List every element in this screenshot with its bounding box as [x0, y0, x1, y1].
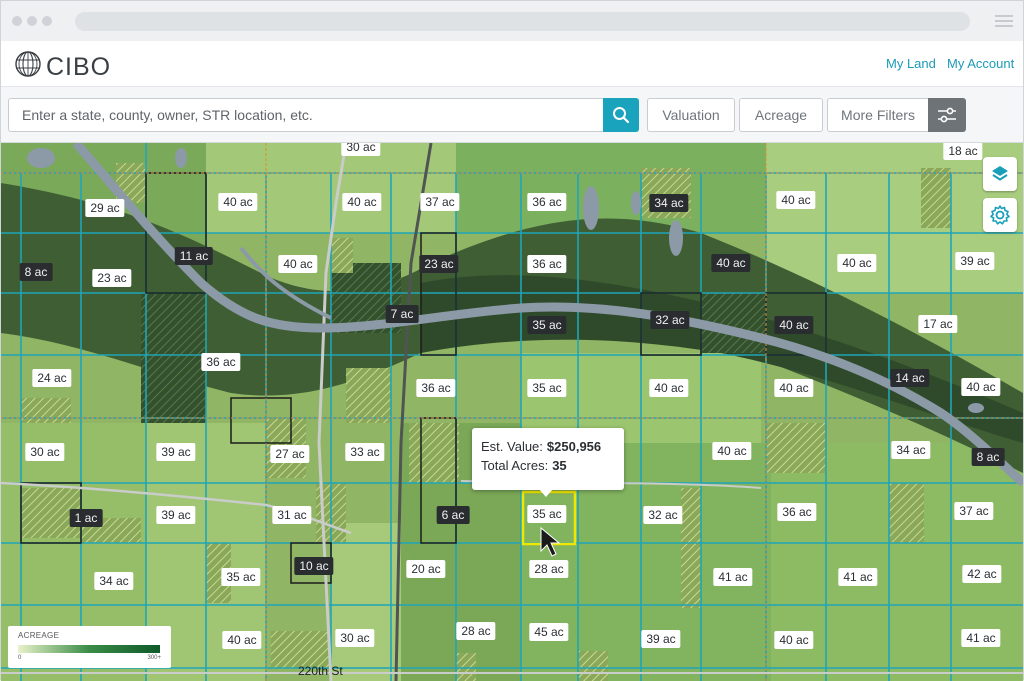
parcel-acreage-label[interactable]: 41 ac [961, 629, 1001, 647]
parcel-acreage-label[interactable]: 40 ac [218, 193, 258, 211]
parcel-acreage-label[interactable]: 27 ac [270, 445, 310, 463]
nav-my-account-link[interactable]: My Account [947, 56, 1014, 71]
parcel-acreage-label[interactable]: 36 ac [201, 353, 241, 371]
gear-icon [990, 205, 1010, 225]
parcel-acreage-label[interactable]: 28 ac [456, 622, 496, 640]
parcel-acreage-label[interactable]: 28 ac [529, 560, 569, 578]
parcel-acreage-label[interactable]: 7 ac [385, 305, 419, 323]
parcel-map[interactable]: 30 ac 18 ac 29 ac 40 ac 40 ac 37 ac 36 ac 34 ac… [1, 143, 1023, 681]
window-dot [12, 16, 22, 26]
parcel-acreage-label[interactable]: 40 ac [278, 255, 318, 273]
parcel-acreage-label[interactable]: 11 ac [174, 247, 214, 265]
parcel-acreage-label[interactable]: 36 ac [777, 503, 817, 521]
parcel-acreage-label[interactable]: 40 ac [342, 193, 382, 211]
parcel-acreage-label[interactable]: 20 ac [406, 560, 446, 578]
parcel-acreage-label[interactable]: 32 ac [643, 506, 683, 524]
acreage-legend: ACREAGE 0 300+ [8, 626, 171, 668]
parcel-acreage-label[interactable]: 41 ac [713, 568, 753, 586]
parcel-acreage-label[interactable]: 33 ac [345, 443, 385, 461]
parcel-acreage-label[interactable]: 37 ac [954, 502, 994, 520]
parcel-acreage-label[interactable]: 36 ac [527, 193, 567, 211]
parcel-acreage-label[interactable]: 23 ac [92, 269, 132, 287]
search-icon [613, 107, 630, 124]
parcel-acreage-label[interactable]: 18 ac [943, 143, 983, 160]
parcel-acreage-label[interactable]: 40 ac [776, 191, 816, 209]
parcel-acreage-label[interactable]: 39 ac [156, 506, 196, 524]
parcel-acreage-label[interactable]: 39 ac [955, 252, 995, 270]
parcel-acreage-label[interactable]: 35 ac [221, 568, 261, 586]
browser-chrome [1, 1, 1023, 41]
parcel-acreage-label[interactable]: 40 ac [961, 378, 1001, 396]
parcel-acreage-label[interactable]: 37 ac [420, 193, 460, 211]
parcel-acreage-label[interactable]: 41 ac [838, 568, 878, 586]
total-acres-label: Total Acres: [481, 458, 549, 473]
parcel-acreage-label[interactable]: 34 ac [94, 572, 134, 590]
parcel-acreage-label[interactable]: 31 ac [272, 506, 312, 524]
parcel-acreage-label[interactable]: 35 ac [527, 505, 567, 523]
parcel-acreage-label[interactable]: 35 ac [527, 379, 567, 397]
parcel-acreage-label[interactable]: 39 ac [641, 630, 681, 648]
parcel-acreage-label[interactable]: 36 ac [527, 255, 567, 273]
more-filters-button[interactable]: More Filters [827, 98, 929, 132]
legend-max: 300+ [147, 655, 161, 661]
parcel-acreage-label[interactable]: 23 ac [419, 255, 459, 273]
parcel-acreage-label[interactable]: 10 ac [294, 557, 334, 575]
parcel-tooltip: Est. Value: $250,956 Total Acres: 35 [472, 428, 624, 490]
parcel-acreage-label[interactable]: 30 ac [335, 629, 375, 647]
parcel-acreage-label[interactable]: 40 ac [774, 316, 814, 334]
legend-min: 0 [18, 655, 22, 661]
parcel-acreage-label[interactable]: 30 ac [341, 143, 381, 156]
search-input[interactable] [8, 98, 604, 132]
parcel-acreage-label[interactable]: 40 ac [712, 442, 752, 460]
parcel-acreage-label[interactable]: 29 ac [85, 199, 125, 217]
parcel-acreage-label[interactable]: 14 ac [890, 369, 930, 387]
parcel-acreage-label[interactable]: 32 ac [650, 311, 690, 329]
layers-icon [992, 166, 1008, 181]
parcel-acreage-label[interactable]: 8 ac [19, 263, 53, 281]
parcel-acreage-label[interactable]: 17 ac [918, 315, 958, 333]
globe-logo-icon [15, 51, 41, 77]
parcel-acreage-label[interactable]: 40 ac [774, 631, 814, 649]
window-dot [42, 16, 52, 26]
parcel-acreage-label[interactable]: 40 ac [837, 254, 877, 272]
settings-button[interactable] [983, 198, 1017, 232]
parcel-acreage-label[interactable]: 1 ac [69, 509, 103, 527]
parcel-acreage-label[interactable]: 42 ac [962, 565, 1002, 583]
parcel-acreage-label[interactable]: 39 ac [156, 443, 196, 461]
hamburger-menu-icon[interactable] [995, 15, 1013, 27]
parcel-acreage-label[interactable]: 24 ac [32, 369, 72, 387]
address-bar[interactable] [75, 12, 970, 31]
parcel-acreage-label[interactable]: 40 ac [711, 254, 751, 272]
parcel-acreage-label[interactable]: 8 ac [971, 448, 1005, 466]
parcel-acreage-label[interactable]: 30 ac [25, 443, 65, 461]
parcel-acreage-label[interactable]: 40 ac [222, 631, 262, 649]
parcel-acreage-label[interactable]: 40 ac [774, 379, 814, 397]
road-label: 220th St [298, 664, 343, 678]
search-button[interactable] [603, 98, 639, 132]
acreage-filter-button[interactable]: Acreage [739, 98, 823, 132]
est-value: $250,956 [546, 439, 602, 454]
legend-title: ACREAGE [18, 631, 60, 640]
parcel-acreage-label[interactable]: 34 ac [649, 194, 689, 212]
app-window: CIBO My Land My Account Valuation Acreag… [0, 0, 1024, 681]
parcel-acreage-label[interactable]: 40 ac [649, 379, 689, 397]
valuation-filter-button[interactable]: Valuation [647, 98, 735, 132]
filter-settings-button[interactable] [928, 98, 966, 132]
legend-gradient-bar [18, 645, 160, 653]
sliders-icon [938, 107, 956, 123]
parcel-acreage-label[interactable]: 45 ac [529, 623, 569, 641]
map-imagery [1, 143, 1023, 681]
parcel-acreage-label[interactable]: 36 ac [416, 379, 456, 397]
brand-logo-text: CIBO [46, 53, 112, 81]
parcel-acreage-label[interactable]: 6 ac [436, 506, 470, 524]
nav-my-land-link[interactable]: My Land [886, 56, 936, 71]
parcel-acreage-label[interactable]: 34 ac [891, 441, 931, 459]
layers-button[interactable] [983, 157, 1017, 191]
tooltip-pointer [539, 489, 553, 497]
total-acres: 35 [552, 458, 567, 473]
app-header [1, 41, 1023, 87]
parcel-acreage-label[interactable]: 35 ac [527, 316, 567, 334]
est-value-label: Est. Value: [481, 439, 543, 454]
window-dot [27, 16, 37, 26]
